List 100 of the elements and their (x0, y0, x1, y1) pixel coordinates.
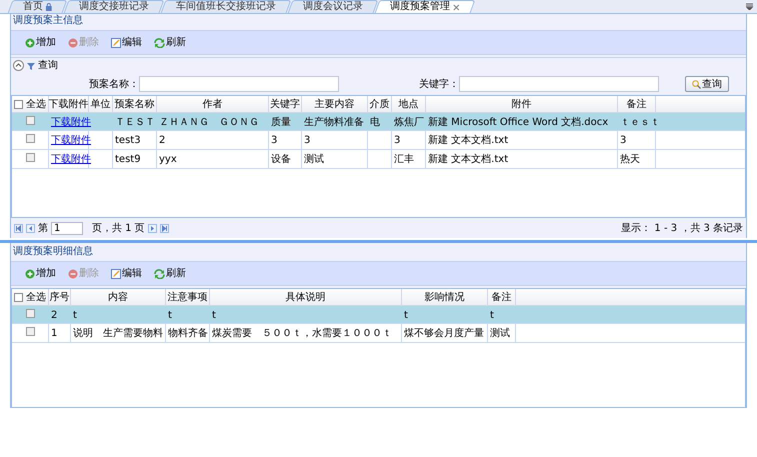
collapse-icon[interactable] (13, 60, 24, 71)
search-button[interactable]: 查询 (685, 76, 729, 92)
table-cell: 新建 文本文档.txt (428, 135, 508, 146)
minus-icon (68, 268, 78, 278)
table-cell: test3 (115, 135, 141, 146)
column-header: 介质 (368, 96, 392, 112)
record-summary: 显示： 1 - 3 ，共 3 条记录 (621, 222, 743, 236)
tab[interactable]: 车间值班长交接班记录 (160, 0, 292, 13)
tab[interactable]: 调度预案管理 (374, 0, 476, 13)
checkbox[interactable] (26, 327, 34, 336)
download-link[interactable]: 下载附件 (51, 117, 91, 128)
table-row[interactable]: 2 t t t t t (12, 306, 745, 324)
column-header: 注意事项 (166, 289, 210, 305)
table-cell: 3 (620, 135, 626, 146)
column-header: 备注 (618, 96, 656, 112)
pencil-icon (111, 38, 121, 48)
minus-icon (68, 38, 78, 48)
toolbar-button[interactable]: 刷新 (154, 266, 186, 281)
table-cell: 新建 Microsoft Office Word 文档.docx (428, 117, 608, 128)
table-row[interactable]: 1 说明 生产需要物料 物料齐备 煤炭需要 ５００ｔ，水需要１０００ｔ 煤不够会月度产量 测试 (12, 324, 745, 343)
table-cell: t (490, 310, 494, 321)
field-label: 关键字： (419, 78, 459, 92)
checkbox[interactable] (26, 134, 34, 143)
column-header: 备注 (488, 289, 516, 305)
column-header: 附件 (426, 96, 618, 112)
refresh-icon (154, 38, 165, 48)
dropdown-icon[interactable] (746, 3, 753, 10)
table-cell: t (168, 310, 172, 321)
page-input[interactable]: 1 (51, 222, 83, 234)
pager-button-icon[interactable] (26, 224, 35, 232)
search-icon (692, 80, 701, 88)
table-cell: test9 (115, 154, 141, 165)
text-field[interactable] (459, 76, 659, 92)
table-cell: 汇丰 (394, 154, 414, 165)
table-cell: 测试 (490, 328, 510, 339)
table-cell: ＺＨＡＮＧ ＧＯＮＧ (159, 117, 259, 128)
tab[interactable]: 首页 (8, 0, 68, 13)
table-cell: 3 (394, 135, 400, 146)
column-header: 关键字 (269, 96, 302, 112)
checkbox[interactable] (14, 100, 23, 108)
pager-label: 第 (38, 222, 48, 236)
pager-button-icon[interactable] (160, 224, 169, 232)
checkbox[interactable] (26, 116, 34, 125)
toolbar-button[interactable]: 编辑 (111, 266, 142, 281)
table-row[interactable]: 下载附件 test9 yyx 设备 测试 汇丰 新建 文本文档.txt 热天 (12, 150, 745, 169)
table-cell: 生产物料准备 (304, 117, 364, 128)
column-header: 作者 (157, 96, 269, 112)
query-title: 查询 (38, 58, 58, 73)
download-link[interactable]: 下载附件 (51, 154, 91, 165)
table-cell: 3 (271, 135, 278, 146)
column-header: 下载附件 (49, 96, 89, 112)
table-cell: 物料齐备 (168, 328, 208, 339)
pager-button-icon[interactable] (148, 224, 157, 232)
download-link[interactable]: 下载附件 (51, 135, 91, 146)
field-label: 预案名称： (89, 78, 139, 92)
tab[interactable]: 调度交接班记录 (64, 0, 164, 13)
table-cell: ＴＥＳＴ (115, 117, 155, 128)
close-icon[interactable] (452, 4, 460, 10)
column-header: 具体说明 (210, 289, 402, 305)
checkbox[interactable] (14, 292, 23, 302)
table-cell: 煤不够会月度产量 (404, 328, 484, 339)
pager-label: 页，共 1 页 (92, 222, 145, 236)
table-cell: 测试 (304, 154, 324, 165)
toolbar-button[interactable]: 刷新 (154, 35, 186, 50)
section-title: 调度预案明细信息 (12, 245, 94, 258)
table-cell: ｔｅｓｔ (620, 117, 660, 128)
table-cell: 2 (159, 135, 166, 146)
table-cell: 3 (304, 135, 310, 146)
pager-button-icon[interactable] (14, 224, 23, 232)
tab[interactable]: 调度会议记录 (288, 0, 378, 13)
table-cell: 电 (370, 117, 380, 128)
table-cell: t (404, 310, 408, 321)
plus-icon (25, 268, 35, 278)
table-row[interactable]: 下载附件 test3 2 3 3 3 新建 文本文档.txt 3 (12, 131, 745, 150)
toolbar-button[interactable]: 增加 (25, 35, 56, 50)
column-header: 全选 (26, 290, 46, 304)
checkbox[interactable] (26, 309, 34, 318)
table-cell: 炼焦厂 (394, 117, 424, 128)
table-cell: 质量 (271, 117, 291, 128)
table-cell: 1 (51, 328, 58, 339)
text-field[interactable] (139, 76, 339, 92)
toolbar-button[interactable]: 编辑 (111, 35, 142, 50)
section-title: 调度预案主信息 (12, 14, 84, 27)
table-cell: 2 (51, 310, 58, 321)
column-header: 主要内容 (302, 96, 368, 112)
column-header: 影响情况 (402, 289, 488, 305)
column-header: 序号 (49, 289, 71, 305)
table-cell: 热天 (620, 154, 640, 165)
column-header: 内容 (71, 289, 166, 305)
table-cell: t (73, 310, 77, 321)
table-row[interactable]: 下载附件 ＴＥＳＴ ＺＨＡＮＧ ＧＯＮＧ 质量 生产物料准备 电 炼焦厂 新建 Microsoft Office Word 文档.docx ｔｅｓｔ (12, 113, 745, 131)
column-header: 单位 (89, 96, 113, 112)
toolbar-button[interactable]: 增加 (25, 266, 56, 281)
table-cell: 设备 (271, 154, 291, 165)
table-cell: 说明 生产需要物料 (73, 328, 163, 339)
lock-icon (46, 3, 52, 11)
checkbox[interactable] (26, 153, 34, 162)
plus-icon (25, 38, 35, 48)
refresh-icon (154, 268, 165, 278)
filter-icon (27, 62, 35, 70)
